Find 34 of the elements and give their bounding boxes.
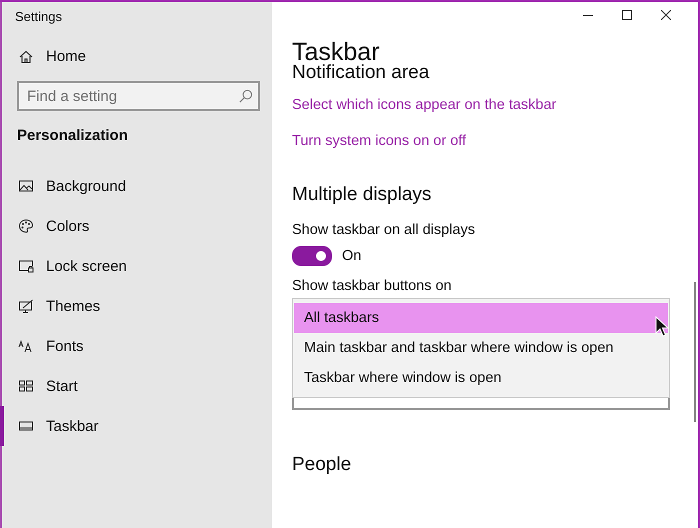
sidebar-item[interactable]: Lock screen (0, 246, 272, 286)
home-icon (18, 48, 34, 64)
settings-link[interactable]: Select which icons appear on the taskbar (292, 95, 556, 115)
dropdown-option[interactable]: All taskbars (294, 303, 668, 333)
lock-screen-icon (18, 258, 34, 274)
section-heading: Multiple displays (292, 184, 432, 206)
dropdown-option[interactable]: Main taskbar and taskbar where window is open (294, 333, 668, 363)
home-link[interactable]: Home (18, 48, 272, 65)
window-title: Settings (15, 9, 63, 24)
section-heading: Personalization (17, 127, 129, 144)
search-field[interactable]: Find a setting (17, 81, 260, 111)
fonts-icon (18, 338, 34, 354)
search-icon (238, 89, 253, 104)
toggle-state-text: On (342, 248, 362, 264)
tiles-icon (18, 378, 34, 394)
sidebar-item[interactable]: Fonts (0, 326, 272, 366)
maximize-icon[interactable] (622, 10, 632, 20)
section-heading: People (292, 454, 352, 476)
toggle-switch[interactable] (292, 246, 332, 266)
settings-link[interactable]: Turn system icons on or off (292, 131, 466, 151)
dropdown-option[interactable]: Taskbar where window is open (294, 363, 668, 393)
section-heading: Notification area (292, 63, 430, 83)
setting-label: Show taskbar on all displays (292, 222, 476, 238)
sidebar-item[interactable]: Colors (0, 206, 272, 246)
cursor-icon (655, 316, 669, 338)
sidebar-item[interactable]: Start (0, 366, 272, 406)
sidebar-item[interactable]: Background (0, 166, 272, 206)
sidebar-item[interactable]: Themes (0, 286, 272, 326)
close-icon[interactable] (661, 10, 671, 20)
brush-monitor-icon (18, 298, 34, 314)
scrollbar[interactable] (694, 282, 696, 422)
palette-icon (18, 218, 34, 234)
picture-icon (18, 178, 34, 194)
setting-label: Show taskbar buttons on (292, 278, 453, 294)
